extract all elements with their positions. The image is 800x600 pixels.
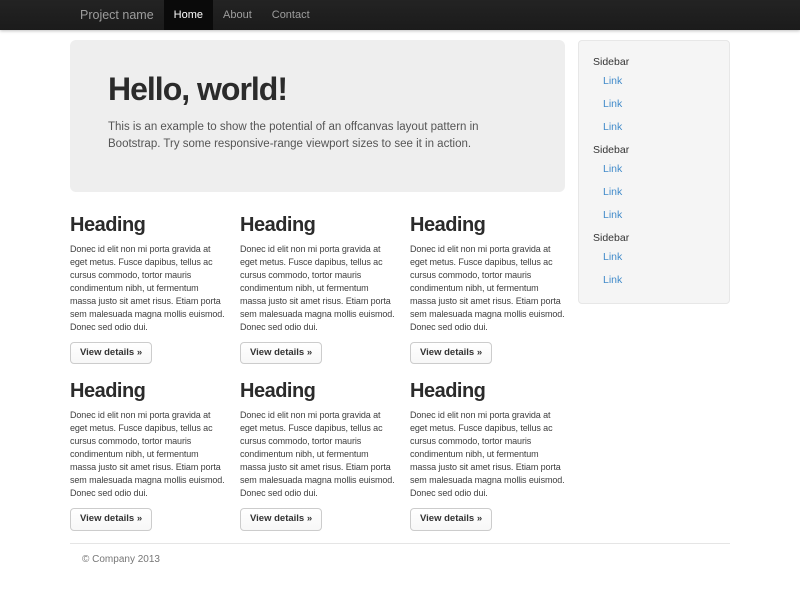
navbar-inner: Project name Home About Contact xyxy=(70,0,730,30)
card-heading: Heading xyxy=(70,380,225,403)
sidebar-link[interactable]: Link xyxy=(593,163,715,175)
main-row: Hello, world! This is an example to show… xyxy=(70,40,730,531)
sidebar-group-1: Sidebar Link Link Link xyxy=(593,56,715,133)
card-heading: Heading xyxy=(70,214,225,237)
card-body: Donec id elit non mi porta gravida at eg… xyxy=(70,409,225,500)
card: Heading Donec id elit non mi porta gravi… xyxy=(240,380,395,530)
sidebar-link[interactable]: Link xyxy=(593,186,715,198)
main-column: Hello, world! This is an example to show… xyxy=(70,40,565,531)
sidebar-link[interactable]: Link xyxy=(593,251,715,263)
sidebar-link[interactable]: Link xyxy=(593,274,715,286)
card: Heading Donec id elit non mi porta gravi… xyxy=(70,380,225,530)
view-details-button[interactable]: View details » xyxy=(410,508,492,530)
sidebar-group-3: Sidebar Link Link xyxy=(593,232,715,286)
view-details-button[interactable]: View details » xyxy=(240,342,322,364)
sidebar-group-title: Sidebar xyxy=(593,144,715,156)
sidebar: Sidebar Link Link Link Sidebar Link Link… xyxy=(578,40,730,304)
card: Heading Donec id elit non mi porta gravi… xyxy=(240,214,395,364)
nav-item-about[interactable]: About xyxy=(213,0,262,30)
jumbotron-title: Hello, world! xyxy=(108,70,527,108)
sidebar-group-2: Sidebar Link Link Link xyxy=(593,144,715,221)
footer-divider xyxy=(70,543,730,544)
brand-link[interactable]: Project name xyxy=(70,0,164,30)
view-details-button[interactable]: View details » xyxy=(70,342,152,364)
sidebar-group-title: Sidebar xyxy=(593,56,715,68)
jumbotron: Hello, world! This is an example to show… xyxy=(70,40,565,192)
sidebar-link[interactable]: Link xyxy=(593,98,715,110)
card-body: Donec id elit non mi porta gravida at eg… xyxy=(410,409,565,500)
card-heading: Heading xyxy=(410,380,565,403)
card: Heading Donec id elit non mi porta gravi… xyxy=(410,214,565,364)
sidebar-link[interactable]: Link xyxy=(593,121,715,133)
card-body: Donec id elit non mi porta gravida at eg… xyxy=(70,243,225,334)
card-body: Donec id elit non mi porta gravida at eg… xyxy=(240,409,395,500)
card-body: Donec id elit non mi porta gravida at eg… xyxy=(410,243,565,334)
card-heading: Heading xyxy=(240,214,395,237)
view-details-button[interactable]: View details » xyxy=(410,342,492,364)
navbar-menu: Home About Contact xyxy=(164,0,320,30)
card-heading: Heading xyxy=(410,214,565,237)
footer-copyright: © Company 2013 xyxy=(70,554,730,565)
nav-item-contact[interactable]: Contact xyxy=(262,0,320,30)
page: Project name Home About Contact Hello, w… xyxy=(0,0,800,600)
view-details-button[interactable]: View details » xyxy=(240,508,322,530)
nav-item-home[interactable]: Home xyxy=(164,0,213,30)
cards-row-2: Heading Donec id elit non mi porta gravi… xyxy=(70,380,565,530)
card-heading: Heading xyxy=(240,380,395,403)
sidebar-link[interactable]: Link xyxy=(593,75,715,87)
navbar: Project name Home About Contact xyxy=(0,0,800,30)
sidebar-link[interactable]: Link xyxy=(593,209,715,221)
card: Heading Donec id elit non mi porta gravi… xyxy=(410,380,565,530)
cards-row-1: Heading Donec id elit non mi porta gravi… xyxy=(70,214,565,364)
view-details-button[interactable]: View details » xyxy=(70,508,152,530)
card: Heading Donec id elit non mi porta gravi… xyxy=(70,214,225,364)
content-container: Hello, world! This is an example to show… xyxy=(70,40,730,565)
card-body: Donec id elit non mi porta gravida at eg… xyxy=(240,243,395,334)
sidebar-group-title: Sidebar xyxy=(593,232,715,244)
jumbotron-text: This is an example to show the potential… xyxy=(108,119,516,153)
